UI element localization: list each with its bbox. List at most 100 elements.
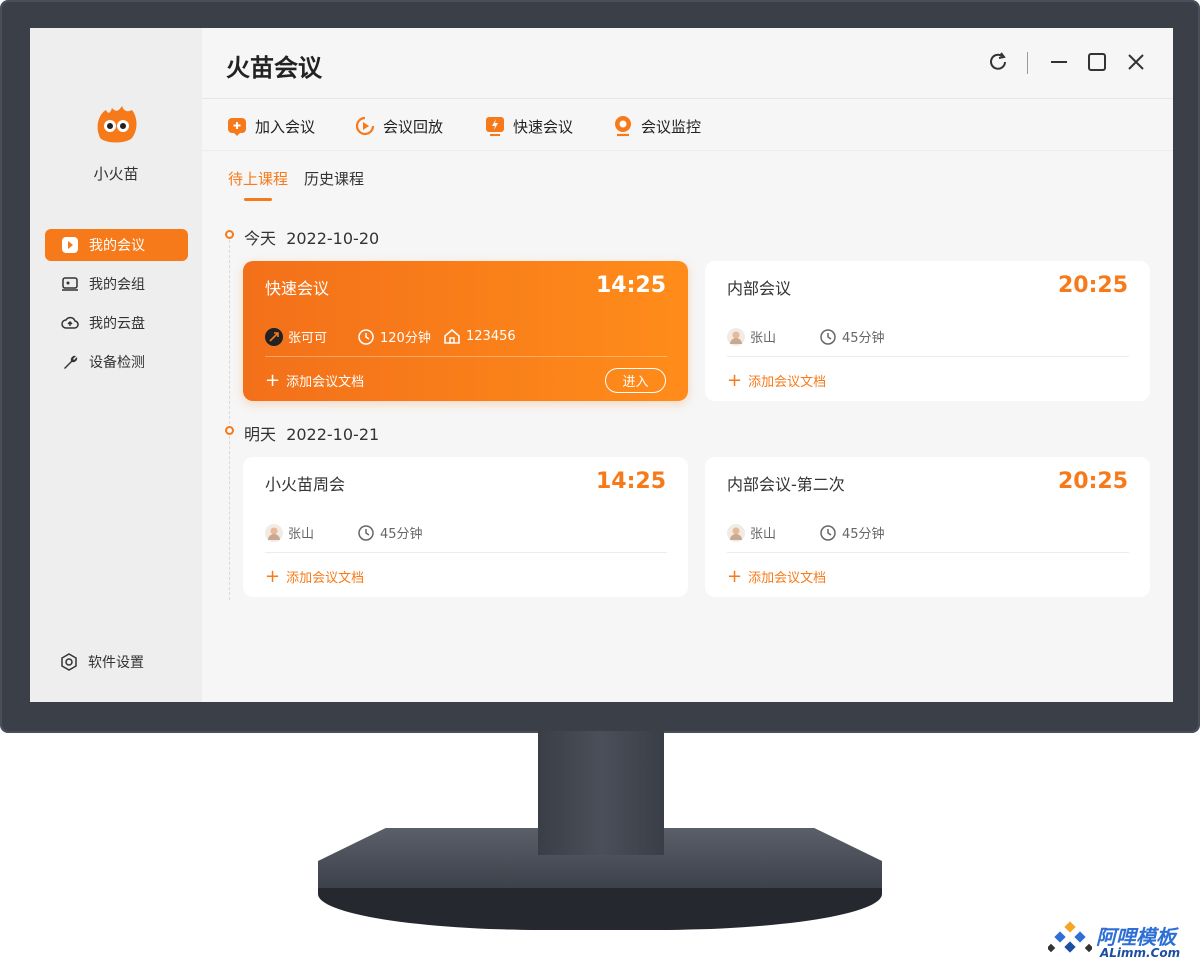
meeting-host: 张山 [265,523,314,542]
duration-text: 45分钟 [380,527,423,542]
duration-text: 45分钟 [842,331,885,346]
plus-icon: + [265,369,281,391]
card-divider [727,356,1129,357]
meeting-card[interactable]: 小火苗周会 14:25 张山 45分钟 + 添加会议文档 [243,457,688,597]
plus-icon: + [265,565,281,587]
wrench-icon [61,353,79,371]
meeting-title: 内部会议-第二次 [727,475,845,494]
meeting-host: 张山 [727,327,776,346]
timeline-dot [225,230,234,239]
duration-text: 45分钟 [842,527,885,542]
refresh-button[interactable] [986,50,1010,74]
maximize-button[interactable] [1085,50,1109,74]
clock-icon [820,524,836,541]
card-divider [265,552,667,553]
quick-meeting-button[interactable]: 快速会议 [484,114,573,138]
add-doc-label: 添加会议文档 [748,571,827,586]
watermark: 阿哩模板 ALimm.Com [1040,913,1200,965]
quick-meeting-icon [486,117,504,136]
avatar [265,327,283,346]
sidebar: 小火苗 我的会议 我的会组 我的云盘 设备检测 软件设置 [30,28,202,702]
page-title: 火苗会议 [226,54,322,82]
join-meeting-button[interactable]: 加入会议 [226,114,315,138]
sidebar-item-label: 我的云盘 [89,316,145,332]
add-meeting-doc-button[interactable]: + 添加会议文档 [727,371,826,390]
add-meeting-doc-button[interactable]: + 添加会议文档 [265,567,364,586]
refresh-icon [990,52,1006,70]
settings-label: 软件设置 [88,655,144,671]
toolbar-divider [202,98,1173,99]
meeting-duration: 120分钟 [357,327,431,346]
clock-icon [358,328,374,345]
day-date: 2022-10-21 [286,425,380,444]
monitor-stand-neck [538,731,664,855]
card-divider [727,552,1129,553]
add-meeting-doc-button[interactable]: + 添加会议文档 [727,567,826,586]
meeting-host: 张可可 [265,327,327,346]
add-doc-label: 添加会议文档 [286,571,365,586]
minimize-icon [1051,61,1067,63]
meeting-duration: 45分钟 [357,523,423,542]
duration-text: 120分钟 [380,331,431,346]
cloud-upload-icon [61,314,79,332]
join-meeting-icon [228,118,246,136]
toolbar-item-label: 快速会议 [513,117,574,136]
sidebar-item-my-meetings[interactable]: 我的会议 [45,229,188,261]
meeting-time: 14:25 [595,469,666,494]
clock-icon [820,328,836,345]
brand-name: 小火苗 [93,165,139,183]
tab-upcoming[interactable]: 待上课程 [228,168,288,189]
avatar [265,523,283,542]
meeting-card[interactable]: 快速会议 14:25 张可可 120分钟 123456 + 添加会议文档 进入 [243,261,688,401]
avatar [727,327,745,346]
meeting-title: 小火苗周会 [265,475,346,494]
software-settings-button[interactable]: 软件设置 [60,652,144,672]
clock-icon [358,524,374,541]
enter-meeting-button[interactable]: 进入 [605,368,666,393]
meeting-replay-button[interactable]: 会议回放 [354,114,443,138]
settings-icon [60,653,78,671]
toolbar-item-label: 会议监控 [641,117,702,136]
room-number: 123456 [466,328,516,344]
day-header: 明天 2022-10-21 [244,421,379,445]
close-icon [1128,54,1144,70]
day-date: 2022-10-20 [286,229,380,248]
meeting-monitor-button[interactable]: 会议监控 [612,114,701,138]
meeting-time: 14:25 [595,273,666,298]
sidebar-item-cloud-drive[interactable]: 我的云盘 [45,307,188,339]
meeting-duration: 45分钟 [819,327,885,346]
plus-icon: + [727,565,743,587]
toolbar-item-label: 加入会议 [255,117,316,136]
sidebar-item-label: 我的会组 [89,277,145,293]
day-name: 明天 [244,425,277,444]
flame-mascot-logo [97,106,137,143]
card-divider [265,356,667,357]
plus-icon: + [727,369,743,391]
tab-history[interactable]: 历史课程 [304,168,364,189]
replay-icon [355,116,375,136]
minimize-button[interactable] [1047,50,1071,74]
host-name: 张山 [750,527,777,542]
add-meeting-doc-button[interactable]: + 添加会议文档 [265,371,364,390]
meeting-title: 内部会议 [727,279,792,298]
sidebar-item-device-check[interactable]: 设备检测 [45,346,188,378]
day-name: 今天 [244,229,277,248]
home-icon [444,329,460,344]
group-icon [61,275,79,293]
app-window: 小火苗 我的会议 我的会组 我的云盘 设备检测 软件设置 火苗会议 加入会议 会… [30,28,1173,702]
meeting-room: 123456 [443,327,516,345]
sidebar-item-my-groups[interactable]: 我的会组 [45,268,188,300]
main-panel: 火苗会议 加入会议 会议回放 快速会议 会议监控 待上课程 历史课程 今天 20… [202,28,1173,702]
close-button[interactable] [1124,50,1148,74]
host-name: 张山 [750,331,777,346]
meeting-duration: 45分钟 [819,523,885,542]
sidebar-item-label: 设备检测 [89,355,145,371]
meeting-title: 快速会议 [265,279,330,298]
host-name: 张可可 [288,331,328,346]
avatar [727,523,745,542]
day-header: 今天 2022-10-20 [244,225,379,249]
active-tab-indicator [244,198,272,201]
meeting-time: 20:25 [1057,273,1128,298]
meeting-card[interactable]: 内部会议-第二次 20:25 张山 45分钟 + 添加会议文档 [705,457,1150,597]
meeting-card[interactable]: 内部会议 20:25 张山 45分钟 + 添加会议文档 [705,261,1150,401]
